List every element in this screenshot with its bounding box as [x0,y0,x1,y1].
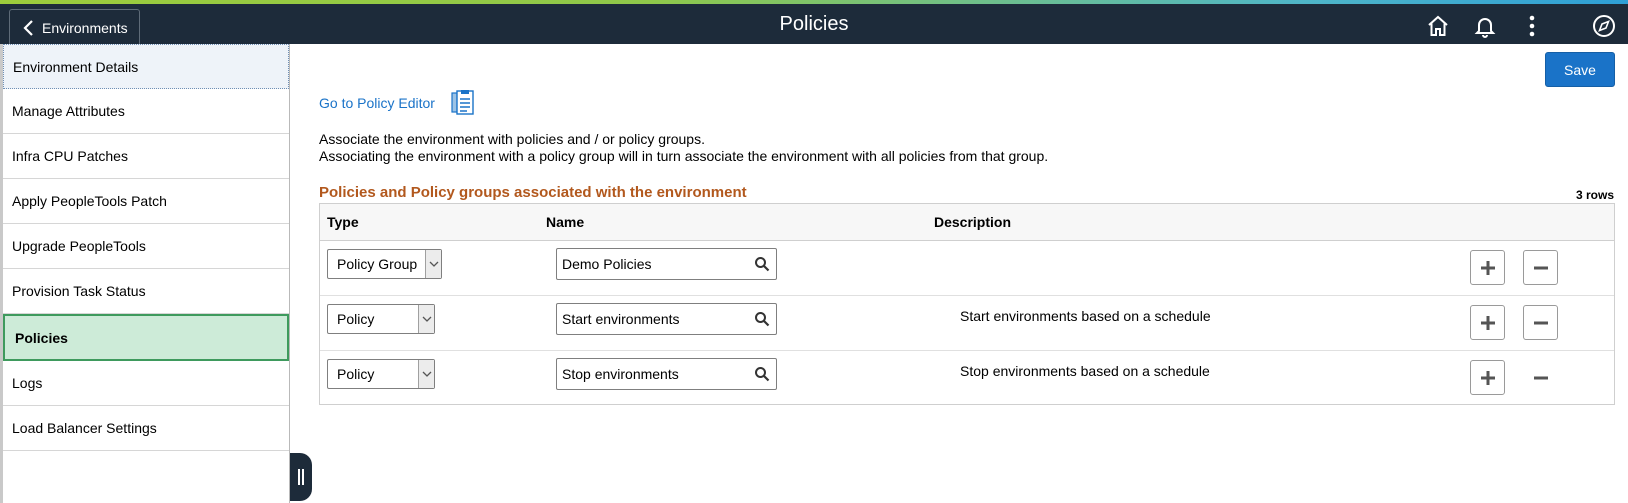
page-description: Associate the environment with policies … [319,131,1048,165]
name-lookup-field[interactable]: Stop environments [556,358,777,390]
policy-editor-document-icon[interactable] [451,90,475,116]
sidebar-item-label: Policies [15,329,68,346]
sidebar-item-label: Upgrade PeopleTools [12,238,146,254]
table-row: Policy Group Demo Policies [320,241,1614,296]
table-row: Policy Start environments Start environm… [320,296,1614,351]
sidebar-item-manage-attributes[interactable]: Manage Attributes [3,89,289,134]
type-select[interactable]: Policy Group [327,249,442,279]
sidebar: Environment Details Manage Attributes In… [0,44,290,503]
type-select-value: Policy [337,366,375,382]
column-header-description: Description [934,214,1012,230]
delete-row-button[interactable] [1523,250,1558,285]
type-select-value: Policy [337,311,375,327]
chevron-left-icon [23,19,33,36]
delete-row-button[interactable] [1523,305,1558,340]
add-row-button[interactable] [1470,305,1505,340]
navbar-compass-icon[interactable] [1590,12,1618,40]
type-select-value: Policy Group [337,256,418,272]
sidebar-collapse-handle[interactable] [290,453,312,501]
name-field-value: Stop environments [562,366,679,382]
go-to-policy-editor-link[interactable]: Go to Policy Editor [319,95,435,111]
sidebar-item-logs[interactable]: Logs [3,361,289,406]
sidebar-item-infra-cpu-patches[interactable]: Infra CPU Patches [3,134,289,179]
home-icon[interactable] [1424,12,1452,40]
minus-icon [1533,376,1548,379]
grid-row-count: 3 rows [1575,188,1614,202]
table-row: Policy Stop environments Stop environmen… [320,351,1614,406]
name-lookup-field[interactable]: Start environments [556,303,777,335]
back-button-label: Environments [42,19,128,36]
search-icon[interactable] [754,256,770,272]
sidebar-item-label: Manage Attributes [12,103,125,119]
policies-grid: Type Name Description Policy Group Demo … [319,203,1615,405]
add-row-button[interactable] [1470,360,1505,395]
sidebar-item-apply-peopletools-patch[interactable]: Apply PeopleTools Patch [3,179,289,224]
sidebar-item-provision-task-status[interactable]: Provision Task Status [3,269,289,314]
description-line-1: Associate the environment with policies … [319,131,705,147]
minus-icon [1533,321,1548,324]
sidebar-item-label: Infra CPU Patches [12,148,128,164]
name-field-value: Demo Policies [562,256,652,272]
column-header-type: Type [327,214,359,230]
sidebar-item-label: Logs [12,375,43,391]
sidebar-item-upgrade-peopletools[interactable]: Upgrade PeopleTools [3,224,289,269]
chevron-down-icon [425,250,441,278]
plus-icon [1480,315,1495,330]
grid-header-row: Type Name Description [320,204,1614,241]
actions-menu-icon[interactable] [1518,12,1546,40]
sidebar-item-label: Environment Details [13,58,139,75]
row-description: Start environments based on a schedule [960,308,1211,324]
chevron-down-icon [418,360,434,388]
sidebar-item-label: Apply PeopleTools Patch [12,193,167,209]
sidebar-item-policies[interactable]: Policies [3,314,289,361]
minus-icon [1533,266,1548,269]
save-button[interactable]: Save [1545,52,1615,87]
search-icon[interactable] [754,311,770,327]
app-header: Environments Policies [0,4,1628,46]
sidebar-item-load-balancer-settings[interactable]: Load Balancer Settings [3,406,289,451]
name-field-value: Start environments [562,311,680,327]
page-title: Policies [779,13,849,35]
add-row-button[interactable] [1470,250,1505,285]
search-icon[interactable] [754,366,770,382]
sidebar-item-label: Load Balancer Settings [12,420,157,436]
row-description: Stop environments based on a schedule [960,363,1210,379]
type-select[interactable]: Policy [327,304,435,334]
chevron-down-icon [418,305,434,333]
notifications-bell-icon[interactable] [1471,12,1499,40]
sidebar-item-label: Provision Task Status [12,283,146,299]
plus-icon [1480,260,1495,275]
back-to-environments-button[interactable]: Environments [9,9,140,46]
type-select[interactable]: Policy [327,359,435,389]
sidebar-item-environment-details[interactable]: Environment Details [3,44,289,89]
grid-title: Policies and Policy groups associated wi… [319,184,747,201]
name-lookup-field[interactable]: Demo Policies [556,248,777,280]
description-line-2: Associating the environment with a polic… [319,148,1049,164]
column-header-name: Name [546,214,585,230]
delete-row-button[interactable] [1523,360,1558,395]
plus-icon [1480,370,1495,385]
